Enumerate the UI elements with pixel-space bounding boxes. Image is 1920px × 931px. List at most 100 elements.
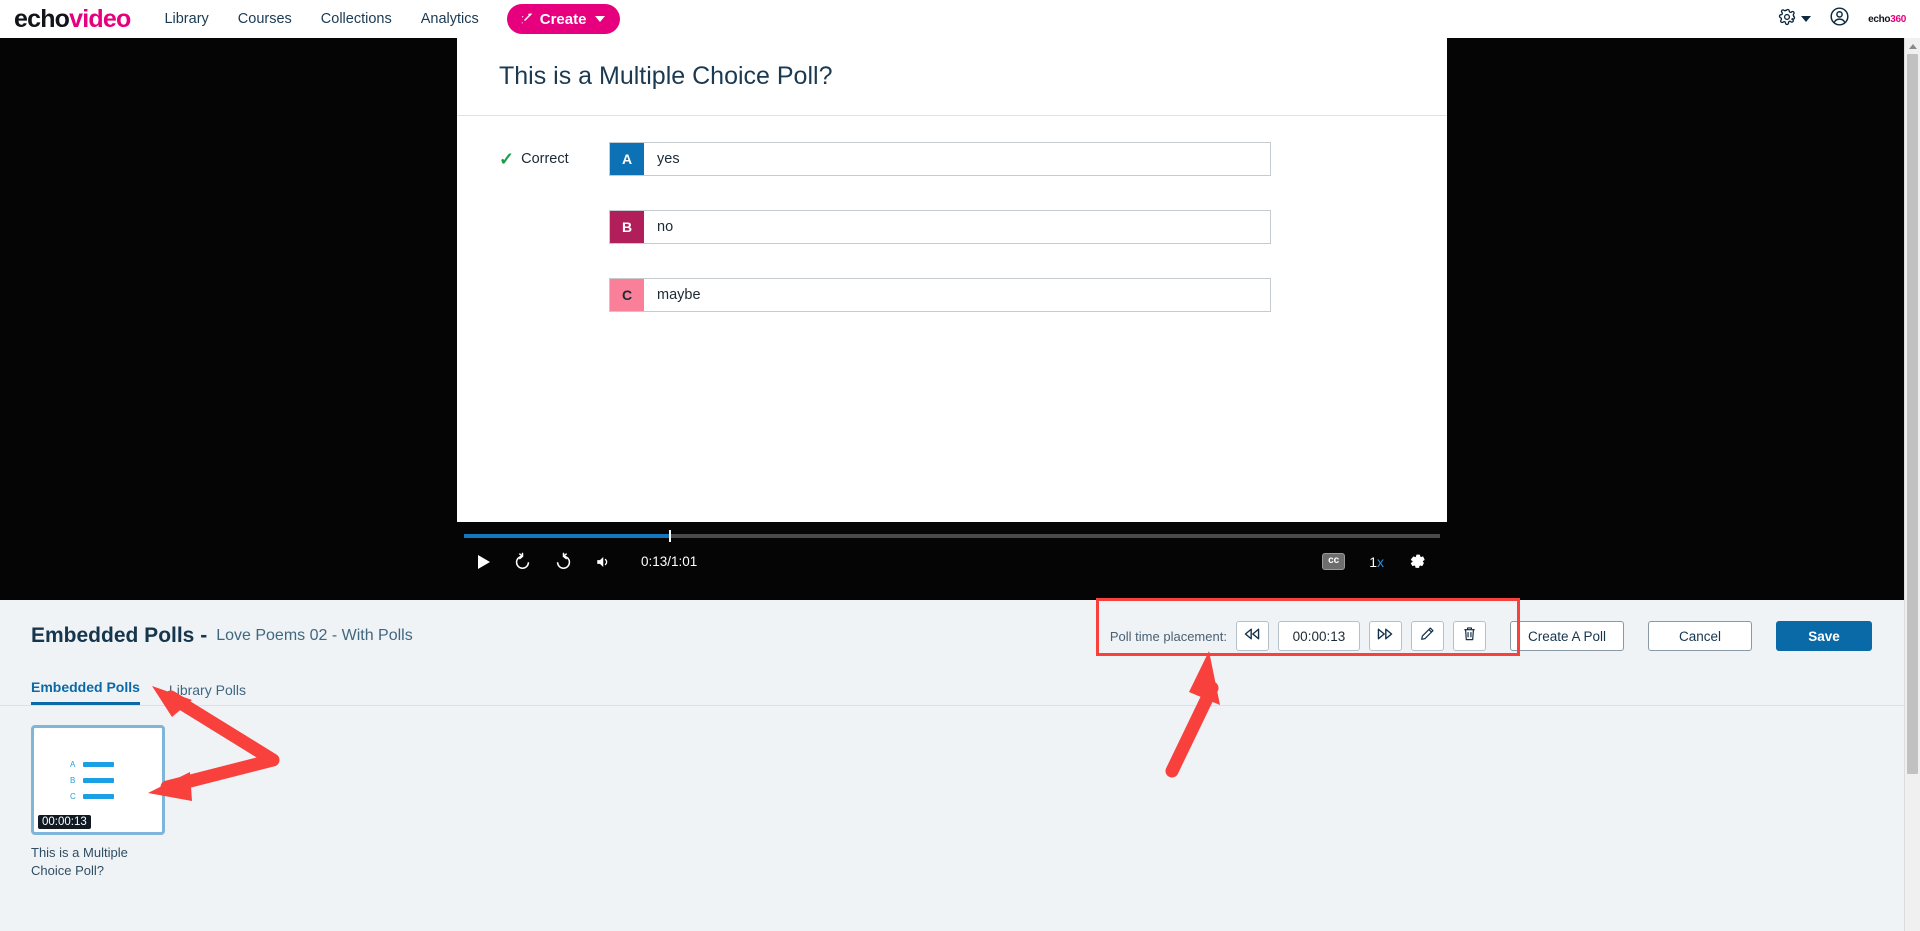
video-progress-fill <box>464 534 669 538</box>
create-a-poll-button[interactable]: Create A Poll <box>1509 621 1624 651</box>
thumbnail-row: C <box>70 792 114 801</box>
poll-question-text: This is a Multiple Choice Poll? <box>499 62 833 90</box>
video-progress-handle[interactable] <box>668 530 671 542</box>
thumbnail-bar <box>83 778 114 783</box>
cancel-button[interactable]: Cancel <box>1648 621 1752 651</box>
answer-letter-badge-a: A <box>610 143 644 175</box>
nav-item-analytics[interactable]: Analytics <box>421 11 479 27</box>
player-buttons-row: 0:13/1:01 cc 1x <box>457 552 1447 571</box>
poll-time-placement-toolbar: Poll time placement: 00:00:13 <box>1110 621 1486 651</box>
poll-answer-row: B no <box>457 210 1447 244</box>
primary-nav: Library Courses Collections Analytics <box>164 11 478 27</box>
answer-text-c[interactable]: maybe <box>644 279 1270 311</box>
logo-video-text: video <box>69 4 131 33</box>
thumbnail-row: B <box>70 776 114 785</box>
polls-tab-bar: Embedded Polls Library Polls <box>0 672 1904 706</box>
poll-time-placement-label: Poll time placement: <box>1109 628 1227 644</box>
player-right-controls: cc 1x <box>1322 552 1427 571</box>
speed-unit: x <box>1377 553 1384 570</box>
echo360-logo-echo: echo <box>1868 13 1891 25</box>
poll-card-caption: This is a Multiple Choice Poll? <box>31 845 128 878</box>
top-navbar: echovideo Library Courses Collections An… <box>0 0 1920 38</box>
account-circle-icon <box>1829 6 1850 32</box>
delete-poll-button[interactable] <box>1452 621 1486 651</box>
step-backward-button[interactable] <box>1235 621 1269 651</box>
volume-icon[interactable] <box>595 553 613 571</box>
poll-preview-panel: This is a Multiple Choice Poll? ✓ Correc… <box>457 38 1447 600</box>
rewind-double-icon <box>1243 627 1261 646</box>
poll-answer-row: C maybe <box>457 278 1447 312</box>
forward-30-icon[interactable] <box>554 552 573 571</box>
poll-card[interactable]: A B C 00:00:13 This is a Multiple Choice… <box>31 725 165 879</box>
rewind-10-icon[interactable] <box>513 552 532 571</box>
video-progress-bar[interactable] <box>464 530 1440 542</box>
header-actions: Poll time placement: 00:00:13 Create A P… <box>1110 621 1904 651</box>
poll-time-input[interactable]: 00:00:13 <box>1277 621 1360 651</box>
wand-icon <box>520 12 533 27</box>
tab-library-polls[interactable]: Library Polls <box>169 682 246 705</box>
logo-echo-text: echo <box>14 4 70 33</box>
user-account-button[interactable] <box>1829 6 1850 32</box>
thumbnail-letter-b: B <box>70 776 76 785</box>
panel-header: Embedded Polls - Love Poems 02 - With Po… <box>0 600 1904 672</box>
echo360-logo-number: 360 <box>1890 13 1906 25</box>
settings-menu-button[interactable] <box>1778 8 1812 31</box>
poll-thumbnail-list: A B C 00:00:13 This is a Multiple Choice… <box>0 706 1904 879</box>
echovideo-logo[interactable]: echovideo <box>14 4 131 33</box>
poll-thumbnail-timestamp: 00:00:13 <box>38 815 91 829</box>
create-button-label: Create <box>539 10 587 28</box>
echo360-corner-logo: echo360 <box>1868 14 1906 25</box>
poll-answer-row: ✓ Correct A yes <box>457 142 1447 176</box>
app-root: echovideo Library Courses Collections An… <box>0 0 1920 931</box>
edit-poll-button[interactable] <box>1410 621 1444 651</box>
poll-answers-list: ✓ Correct A yes B no C maybe <box>457 116 1447 522</box>
nav-item-collections[interactable]: Collections <box>321 11 392 27</box>
video-time-display: 0:13/1:01 <box>641 554 698 569</box>
chevron-down-icon <box>1801 16 1812 22</box>
page-subtitle: Love Poems 02 - With Polls <box>216 627 413 644</box>
answer-input-a[interactable]: A yes <box>609 142 1271 176</box>
thumbnail-letter-a: A <box>70 760 76 769</box>
thumbnail-row: A <box>70 760 114 769</box>
video-stage: This is a Multiple Choice Poll? ✓ Correc… <box>0 38 1904 600</box>
closed-captions-button[interactable]: cc <box>1322 553 1346 570</box>
thumbnail-letter-c: C <box>70 792 76 801</box>
gear-icon <box>1778 8 1796 31</box>
playback-speed-button[interactable]: 1x <box>1369 554 1384 570</box>
pencil-icon <box>1419 626 1435 647</box>
scrollbar-thumb[interactable] <box>1907 54 1918 774</box>
caret-up-icon <box>1908 43 1917 49</box>
save-button[interactable]: Save <box>1776 621 1872 651</box>
page-scrollbar[interactable] <box>1904 38 1920 931</box>
answer-text-a[interactable]: yes <box>644 143 1270 175</box>
check-icon: ✓ <box>499 149 515 169</box>
answer-text-b[interactable]: no <box>644 211 1270 243</box>
correct-label: Correct <box>521 151 569 167</box>
poll-thumbnail[interactable]: A B C 00:00:13 <box>31 725 165 835</box>
answer-input-c[interactable]: C maybe <box>609 278 1271 312</box>
poll-thumbnail-answer-rows: A B C <box>70 760 114 801</box>
trash-icon <box>1462 626 1477 647</box>
player-settings-gear-icon[interactable] <box>1408 552 1427 571</box>
thumbnail-bar <box>83 762 114 767</box>
navbar-right-cluster: echo360 <box>1778 6 1920 32</box>
nav-item-courses[interactable]: Courses <box>238 11 292 27</box>
play-icon[interactable] <box>477 554 491 570</box>
answer-letter-badge-b: B <box>610 211 644 243</box>
nav-item-library[interactable]: Library <box>164 11 208 27</box>
speed-value: 1 <box>1369 553 1377 570</box>
scrollbar-up-button[interactable] <box>1905 38 1920 54</box>
forward-double-icon <box>1376 627 1394 646</box>
video-player-controls: 0:13/1:01 cc 1x <box>457 522 1447 600</box>
answer-input-b[interactable]: B no <box>609 210 1271 244</box>
create-button[interactable]: Create <box>506 4 621 34</box>
step-forward-button[interactable] <box>1368 621 1402 651</box>
thumbnail-bar <box>83 794 114 799</box>
embedded-polls-panel: Embedded Polls - Love Poems 02 - With Po… <box>0 600 1904 931</box>
chevron-down-icon <box>595 16 606 22</box>
page-title: Embedded Polls - <box>31 624 208 647</box>
poll-question-header: This is a Multiple Choice Poll? <box>457 38 1447 116</box>
answer-letter-badge-c: C <box>610 279 644 311</box>
correct-indicator: ✓ Correct <box>499 150 609 168</box>
tab-embedded-polls[interactable]: Embedded Polls <box>31 679 140 705</box>
